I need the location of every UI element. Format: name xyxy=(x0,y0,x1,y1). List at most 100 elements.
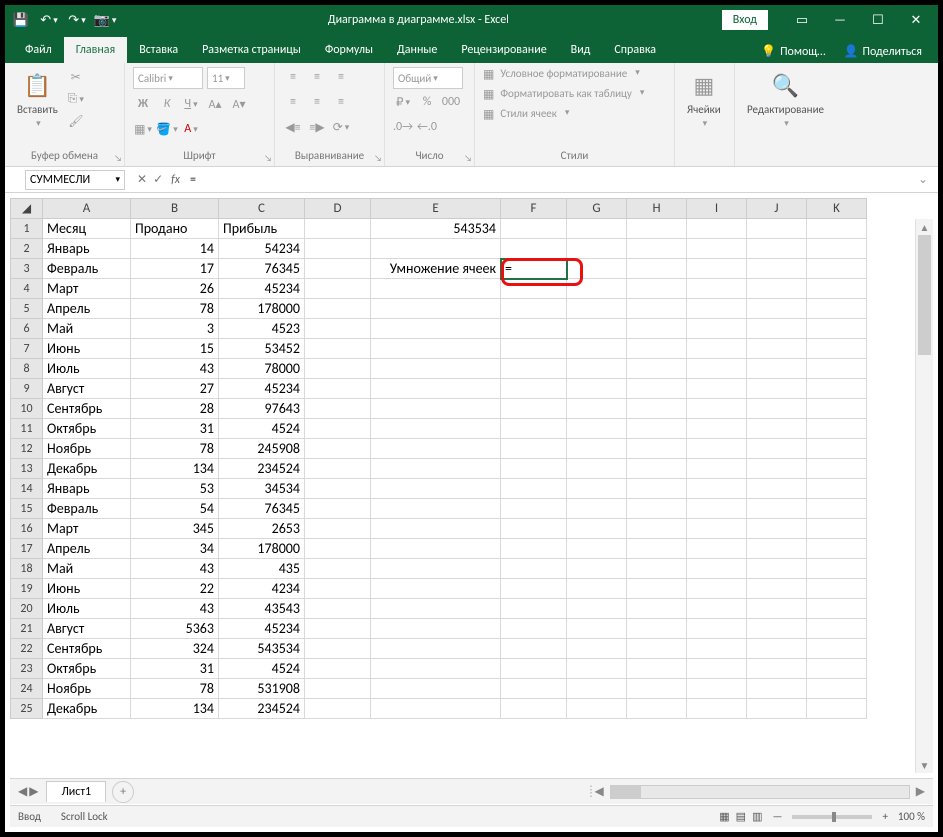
cell-K16[interactable] xyxy=(807,519,867,539)
cell-A19[interactable]: Июнь xyxy=(43,579,131,599)
increase-decimal-icon[interactable]: .0→ xyxy=(393,117,413,137)
font-dialog-launcher-icon[interactable]: ↘ xyxy=(264,153,272,164)
row-header-8[interactable]: 8 xyxy=(11,359,43,379)
close-icon[interactable]: ✕ xyxy=(900,6,932,34)
row-header-15[interactable]: 15 xyxy=(11,499,43,519)
cell-D8[interactable] xyxy=(305,359,371,379)
cell-G19[interactable] xyxy=(567,579,627,599)
cell-B17[interactable]: 34 xyxy=(131,539,219,559)
scroll-right-icon[interactable]: ▶ xyxy=(916,784,925,799)
cut-icon[interactable]: ✂ xyxy=(66,67,86,87)
cell-D10[interactable] xyxy=(305,399,371,419)
cell-E8[interactable] xyxy=(371,359,501,379)
cell-E14[interactable] xyxy=(371,479,501,499)
cell-D25[interactable] xyxy=(305,699,371,719)
cell-J11[interactable] xyxy=(747,419,807,439)
ribbon-display-options-icon[interactable]: ▭ xyxy=(786,6,818,34)
cell-D24[interactable] xyxy=(305,679,371,699)
cell-C24[interactable]: 531908 xyxy=(219,679,305,699)
cell-A21[interactable]: Август xyxy=(43,619,131,639)
cell-D17[interactable] xyxy=(305,539,371,559)
cell-C2[interactable]: 54234 xyxy=(219,239,305,259)
cell-A23[interactable]: Октябрь xyxy=(43,659,131,679)
number-dialog-launcher-icon[interactable]: ↘ xyxy=(464,153,472,164)
decrease-decimal-icon[interactable]: ←.0 xyxy=(417,117,437,137)
cell-K10[interactable] xyxy=(807,399,867,419)
cell-A14[interactable]: Январь xyxy=(43,479,131,499)
cell-D6[interactable] xyxy=(305,319,371,339)
cell-J2[interactable] xyxy=(747,239,807,259)
cell-J13[interactable] xyxy=(747,459,807,479)
col-header-G[interactable]: G xyxy=(567,199,627,219)
scroll-down-icon[interactable]: ▼ xyxy=(920,757,930,773)
cell-E17[interactable] xyxy=(371,539,501,559)
cell-J21[interactable] xyxy=(747,619,807,639)
italic-icon[interactable]: К xyxy=(157,94,177,114)
cell-C14[interactable]: 34534 xyxy=(219,479,305,499)
cell-G9[interactable] xyxy=(567,379,627,399)
cell-D22[interactable] xyxy=(305,639,371,659)
cell-D3[interactable] xyxy=(305,259,371,279)
cell-E22[interactable] xyxy=(371,639,501,659)
cell-J23[interactable] xyxy=(747,659,807,679)
cell-I15[interactable] xyxy=(687,499,747,519)
cell-B5[interactable]: 78 xyxy=(131,299,219,319)
cell-I11[interactable] xyxy=(687,419,747,439)
cell-I5[interactable] xyxy=(687,299,747,319)
row-header-23[interactable]: 23 xyxy=(11,659,43,679)
cell-C17[interactable]: 178000 xyxy=(219,539,305,559)
cell-F3[interactable]: = xyxy=(501,259,567,279)
cell-G14[interactable] xyxy=(567,479,627,499)
cell-E11[interactable] xyxy=(371,419,501,439)
cell-D12[interactable] xyxy=(305,439,371,459)
cell-F15[interactable] xyxy=(501,499,567,519)
cell-H7[interactable] xyxy=(627,339,687,359)
cell-J18[interactable] xyxy=(747,559,807,579)
tab-view[interactable]: Вид xyxy=(559,37,603,63)
cell-C13[interactable]: 234524 xyxy=(219,459,305,479)
cell-D1[interactable] xyxy=(305,219,371,239)
cell-E9[interactable] xyxy=(371,379,501,399)
cell-K20[interactable] xyxy=(807,599,867,619)
cell-C9[interactable]: 45234 xyxy=(219,379,305,399)
row-header-14[interactable]: 14 xyxy=(11,479,43,499)
cell-E3[interactable]: Умножение ячеек xyxy=(371,259,501,279)
cell-F11[interactable] xyxy=(501,419,567,439)
cell-G4[interactable] xyxy=(567,279,627,299)
conditional-formatting-button[interactable]: ▦ Условное форматирование▾ xyxy=(483,67,640,82)
zoom-slider[interactable] xyxy=(792,815,872,819)
col-header-E[interactable]: E xyxy=(371,199,501,219)
cell-K24[interactable] xyxy=(807,679,867,699)
cell-I22[interactable] xyxy=(687,639,747,659)
col-header-A[interactable]: A xyxy=(43,199,131,219)
cell-E25[interactable] xyxy=(371,699,501,719)
cell-F5[interactable] xyxy=(501,299,567,319)
cell-H2[interactable] xyxy=(627,239,687,259)
cell-B23[interactable]: 31 xyxy=(131,659,219,679)
fill-color-icon[interactable]: 🪣▾ xyxy=(157,119,177,139)
col-header-B[interactable]: B xyxy=(131,199,219,219)
cell-H18[interactable] xyxy=(627,559,687,579)
cell-F6[interactable] xyxy=(501,319,567,339)
cell-C16[interactable]: 2653 xyxy=(219,519,305,539)
cell-C11[interactable]: 4524 xyxy=(219,419,305,439)
cell-H24[interactable] xyxy=(627,679,687,699)
col-header-D[interactable]: D xyxy=(305,199,371,219)
tell-me-button[interactable]: 💡 Помощ… xyxy=(755,40,831,63)
cell-C1[interactable]: Прибыль xyxy=(219,219,305,239)
cell-G13[interactable] xyxy=(567,459,627,479)
comma-style-icon[interactable]: 000 xyxy=(441,92,461,112)
zoom-in-icon[interactable]: + xyxy=(882,810,887,823)
cell-J1[interactable] xyxy=(747,219,807,239)
cell-E16[interactable] xyxy=(371,519,501,539)
cell-K6[interactable] xyxy=(807,319,867,339)
cell-H12[interactable] xyxy=(627,439,687,459)
cell-A6[interactable]: Май xyxy=(43,319,131,339)
cell-I6[interactable] xyxy=(687,319,747,339)
cell-A9[interactable]: Август xyxy=(43,379,131,399)
cell-E4[interactable] xyxy=(371,279,501,299)
cell-I14[interactable] xyxy=(687,479,747,499)
cell-H14[interactable] xyxy=(627,479,687,499)
cell-H5[interactable] xyxy=(627,299,687,319)
cell-A11[interactable]: Октябрь xyxy=(43,419,131,439)
